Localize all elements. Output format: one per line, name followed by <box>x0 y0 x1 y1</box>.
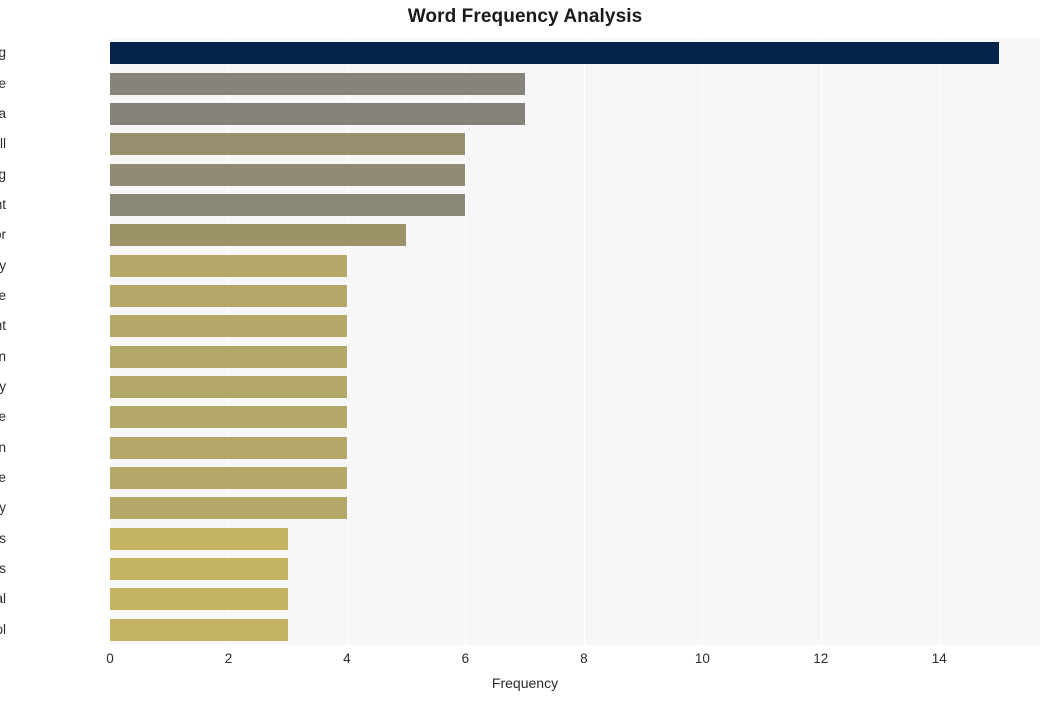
y-tick-label: china <box>0 105 6 121</box>
chart-title: Word Frequency Analysis <box>407 6 643 27</box>
gridline-x-12 <box>820 38 822 645</box>
bar <box>110 284 347 307</box>
bar <box>110 345 347 368</box>
y-tick-label: human <box>0 348 6 364</box>
gridline-x-14 <box>939 38 941 645</box>
x-tick-label: 0 <box>106 651 114 666</box>
bar <box>110 406 347 429</box>
x-tick-label: 10 <box>694 651 710 666</box>
word-frequency-chart: Word Frequency Analysis xinjiang force chi… <box>0 0 1050 701</box>
x-tick-label: 12 <box>813 651 829 666</box>
x-axis-label: Frequency <box>491 675 559 691</box>
bar <box>110 558 288 581</box>
bar <box>110 224 407 247</box>
y-tick-label: development <box>0 318 6 334</box>
bar <box>110 527 288 550</box>
x-tick-label: 8 <box>580 651 588 666</box>
y-tick-label: laws <box>0 561 6 577</box>
gridline-x-8 <box>583 38 585 645</box>
y-tick-label: tool <box>0 621 6 637</box>
bar <box>110 618 288 641</box>
gridline-x-10 <box>702 38 704 645</box>
y-tick-label: force <box>0 75 6 91</box>
bar <box>110 467 347 490</box>
bar <box>110 588 288 611</box>
bar <box>110 497 347 520</box>
bar <box>110 42 999 65</box>
y-tick-label: xinjiang <box>0 45 6 61</box>
y-tick-label: destabilize <box>0 287 6 303</box>
y-tick-label: million <box>0 439 6 455</box>
y-tick-label: global <box>0 591 6 607</box>
bar <box>110 315 347 338</box>
x-tick-label: 2 <box>224 651 233 666</box>
bar <box>110 436 347 459</box>
x-tick-label: 14 <box>931 651 947 666</box>
gridline-x-0 <box>110 38 111 645</box>
y-tick-label: wang <box>0 166 6 182</box>
bar <box>110 133 466 156</box>
gridline-x-4 <box>346 38 348 645</box>
bar <box>110 163 466 186</box>
y-tick-label: labor <box>0 227 6 243</box>
y-tick-label: seriously <box>0 500 6 516</box>
bar <box>110 376 347 399</box>
bar <box>110 193 466 216</box>
y-tick-label: right <box>0 196 6 212</box>
plot-area <box>110 38 1040 645</box>
y-tick-label: notorious <box>0 530 6 546</box>
x-tick-label: 6 <box>461 651 470 666</box>
bar <box>110 102 525 125</box>
y-tick-label: company <box>0 379 6 395</box>
bar <box>110 254 347 277</box>
x-tick-label: 4 <box>343 651 351 666</box>
y-tick-label: call <box>0 136 6 152</box>
gridline-x-6 <box>465 38 467 645</box>
y-tick-label: century <box>0 257 6 273</box>
gridline-x-2 <box>228 38 230 645</box>
y-tick-label: people <box>0 409 6 425</box>
bar <box>110 72 525 95</box>
y-tick-label: enterprise <box>0 470 6 486</box>
